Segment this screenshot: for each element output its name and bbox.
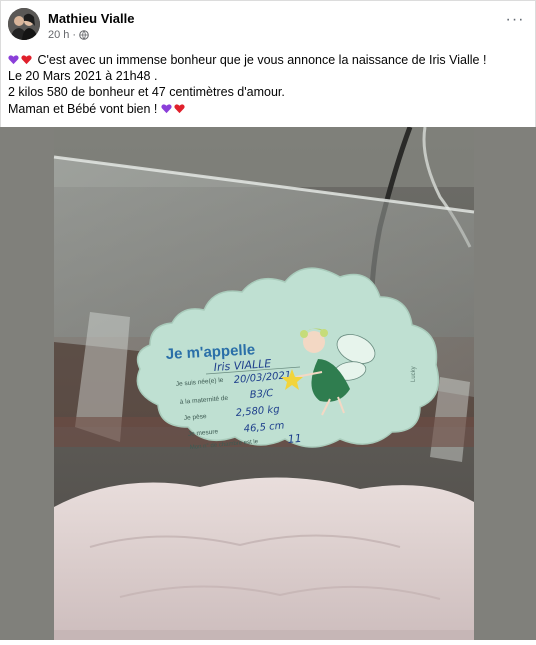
blanket: [54, 477, 474, 640]
post-line-1-text: C'est avec un immense bonheur que je vou…: [37, 53, 487, 67]
red-heart-icon: [21, 55, 32, 65]
meta-separator: ·: [72, 29, 77, 41]
post-line-2: Le 20 Mars 2021 à 21h48 .: [8, 69, 158, 84]
author-name[interactable]: Mathieu Vialle: [48, 11, 134, 26]
post-line-3: 2 kilos 580 de bonheur et 47 centimètres…: [8, 85, 285, 100]
card-brand: Lucky: [411, 366, 417, 382]
photo-scene: Je m'appelle Iris VIALLE Je suis née(e) …: [0, 126, 536, 640]
post-meta: 20 h ·: [48, 29, 89, 41]
card-field-value-2: B3/C: [249, 388, 273, 401]
purple-heart-icon: [8, 55, 19, 65]
red-heart-icon: [174, 103, 185, 113]
photo-left-band: [0, 127, 54, 640]
purple-heart-icon: [161, 103, 172, 113]
globe-icon: [79, 30, 89, 40]
post-time[interactable]: 20 h: [48, 29, 69, 41]
card-field-value-5: 11: [287, 432, 302, 446]
post-line-4-text: Maman et Bébé vont bien !: [8, 101, 158, 116]
photo-right-band: [474, 127, 536, 640]
author-avatar[interactable]: [8, 8, 40, 40]
post-photo[interactable]: Je m'appelle Iris VIALLE Je suis née(e) …: [0, 126, 536, 640]
post-text: C'est avec un immense bonheur que je vou…: [8, 52, 528, 117]
more-options-button[interactable]: ···: [502, 10, 528, 30]
post-line-4: Maman et Bébé vont bien !: [8, 101, 528, 117]
post-header: Mathieu Vialle 20 h · ···: [8, 8, 528, 44]
post-line-1: C'est avec un immense bonheur que je vou…: [8, 52, 528, 68]
